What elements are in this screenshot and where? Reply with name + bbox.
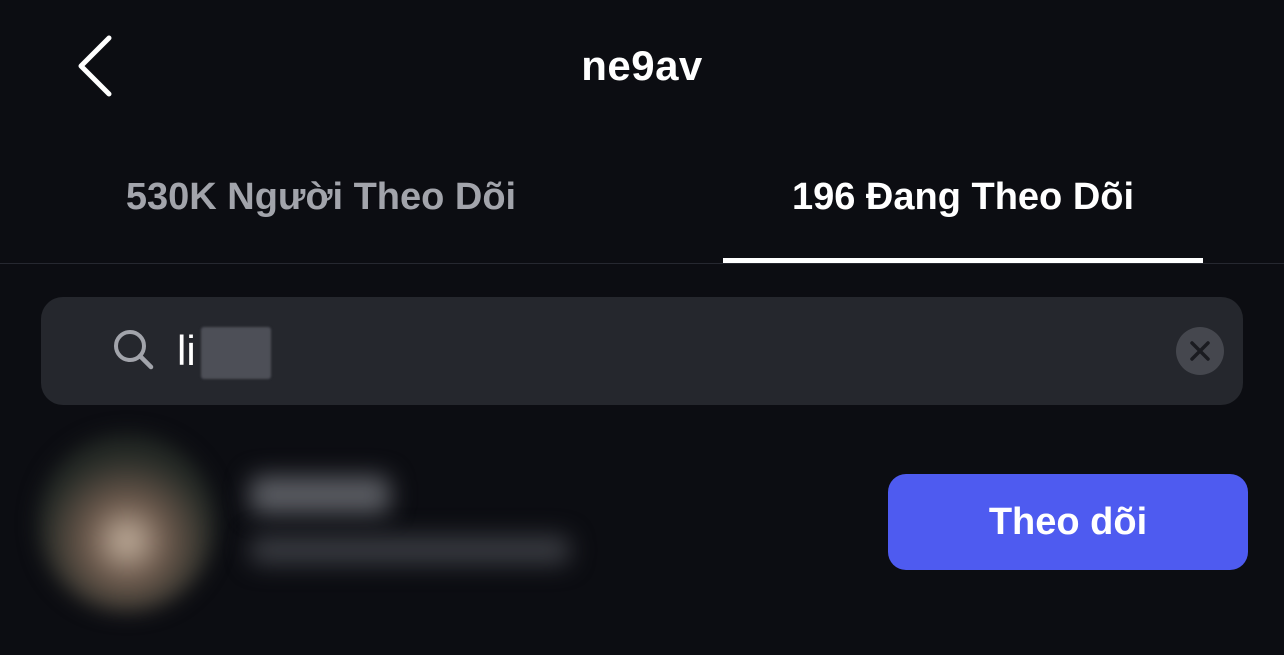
redacted-text	[201, 327, 271, 379]
tab-followers[interactable]: 530K Người Theo Dõi	[80, 150, 562, 263]
page-title: ne9av	[581, 42, 703, 89]
clear-search-button[interactable]	[1176, 327, 1224, 375]
screen: ne9av 530K Người Theo Dõi 196 Đang Theo …	[0, 0, 1284, 655]
close-icon	[1190, 341, 1210, 361]
avatar[interactable]	[38, 434, 216, 612]
search-bar[interactable]	[41, 297, 1243, 405]
active-tab-indicator	[723, 258, 1203, 263]
search-icon	[114, 330, 154, 370]
follow-button[interactable]: Theo dõi	[888, 474, 1248, 570]
tab-bar: 530K Người Theo Dõi 196 Đang Theo Dõi	[0, 150, 1284, 264]
tab-following[interactable]: 196 Đang Theo Dõi	[723, 150, 1203, 263]
list-item[interactable]: Theo dõi	[0, 428, 1284, 628]
header: ne9av	[0, 0, 1284, 140]
search-input[interactable]	[177, 319, 1157, 383]
subtitle-redacted	[250, 536, 570, 564]
username-redacted	[250, 476, 390, 514]
